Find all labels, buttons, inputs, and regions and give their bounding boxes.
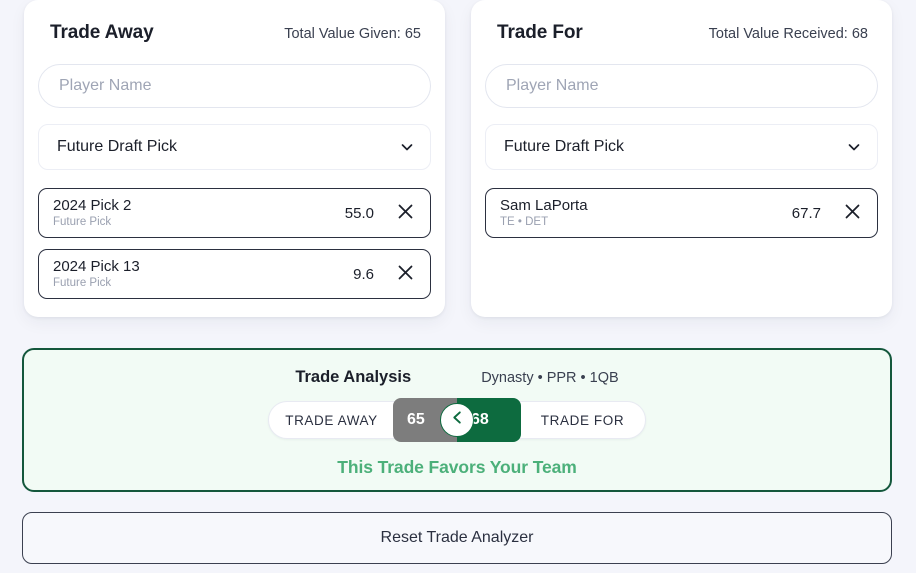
reset-trade-analyzer-button[interactable]: Reset Trade Analyzer [22,512,892,564]
trade-away-total-value: Total Value Given: 65 [284,26,421,42]
trade-away-header: Trade Away Total Value Given: 65 [38,22,431,44]
item-value: 9.6 [353,265,374,283]
trade-verdict-text: This Trade Favors Your Team [337,457,577,477]
trade-away-player-search-input[interactable] [38,64,431,108]
trade-for-item-list: Sam LaPorta TE • DET 67.7 [485,188,878,238]
trade-for-pick-select-wrap: Future Draft Pick [485,124,878,170]
item-text: 2024 Pick 13 Future Pick [53,258,353,291]
item-name: 2024 Pick 2 [53,196,132,214]
item-subtitle: TE • DET [500,215,549,228]
close-icon [396,202,415,224]
item-text: 2024 Pick 2 Future Pick [53,197,345,230]
table-row[interactable]: 2024 Pick 2 Future Pick 55.0 [38,188,431,238]
item-text: Sam LaPorta TE • DET [500,197,792,230]
meter-segments: 65 68 [393,398,521,442]
item-value: 67.7 [791,204,821,222]
trade-analysis-panel: Trade Analysis Dynasty • PPR • 1QB TRADE… [22,348,892,492]
reset-trade-analyzer-label: Reset Trade Analyzer [380,529,534,546]
trade-panels: Trade Away Total Value Given: 65 Future … [0,0,916,317]
trade-value-meter[interactable]: TRADE AWAY 65 68 TRADE FOR [268,398,646,442]
item-name: Sam LaPorta [500,196,588,214]
item-subtitle: Future Pick [53,215,112,228]
trade-for-total-value: Total Value Received: 68 [708,26,868,42]
trade-away-title: Trade Away [50,22,154,43]
meter-right-label: TRADE FOR [540,412,625,428]
close-icon [843,202,862,224]
trade-away-pick-select-value: Future Draft Pick [57,138,178,155]
trade-away-pick-select[interactable]: Future Draft Pick [38,124,431,170]
trade-away-pick-select-wrap: Future Draft Pick [38,124,431,170]
item-value: 55.0 [344,204,374,222]
meter-knob[interactable] [440,403,474,437]
trade-away-panel: Trade Away Total Value Given: 65 Future … [24,0,445,317]
table-row[interactable]: 2024 Pick 13 Future Pick 9.6 [38,249,431,299]
trade-for-player-search-input[interactable] [485,64,878,108]
league-settings-label: Dynasty • PPR • 1QB [481,370,619,386]
trade-analysis-title: Trade Analysis [295,368,412,386]
meter-left-label: TRADE AWAY [285,412,378,428]
trade-analyzer-page: Trade Away Total Value Given: 65 Future … [0,0,916,573]
remove-item-button[interactable] [392,200,418,226]
trade-analysis-header: Trade Analysis Dynasty • PPR • 1QB [295,368,618,387]
trade-away-item-list: 2024 Pick 2 Future Pick 55.0 2024 Pick 1… [38,188,431,299]
trade-for-pick-select[interactable]: Future Draft Pick [485,124,878,170]
chevron-left-icon [449,409,466,431]
remove-item-button[interactable] [392,261,418,287]
trade-for-pick-select-value: Future Draft Pick [504,138,625,155]
trade-for-title: Trade For [497,22,583,43]
trade-for-panel: Trade For Total Value Received: 68 Futur… [471,0,892,317]
item-name: 2024 Pick 13 [53,257,140,275]
remove-item-button[interactable] [839,200,865,226]
table-row[interactable]: Sam LaPorta TE • DET 67.7 [485,188,878,238]
close-icon [396,263,415,285]
trade-for-header: Trade For Total Value Received: 68 [485,22,878,44]
item-subtitle: Future Pick [53,276,112,289]
